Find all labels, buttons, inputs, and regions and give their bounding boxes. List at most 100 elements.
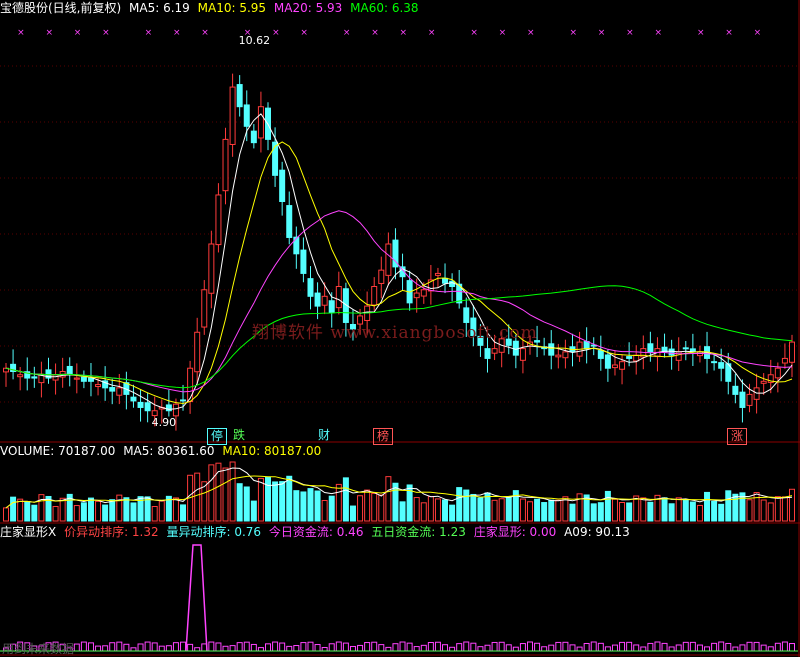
indicator-bar — [392, 643, 399, 652]
volume-bar — [109, 499, 116, 522]
indicator-bar — [696, 644, 703, 652]
candle-body — [583, 341, 590, 350]
volume-bar — [116, 494, 123, 522]
volume-bar — [272, 481, 279, 522]
volume-bar — [604, 490, 611, 522]
indicator-bar — [208, 641, 215, 652]
volume-bar — [349, 505, 356, 522]
candle-body — [286, 205, 293, 238]
indicator-bar — [222, 645, 229, 652]
candle-body — [760, 380, 767, 384]
indicator-bar — [576, 646, 583, 652]
indicator-bar — [555, 641, 562, 652]
indicator-bar — [484, 644, 491, 652]
signal-mark: × — [45, 28, 53, 38]
volume-bar — [151, 505, 158, 522]
indicator-bar — [562, 641, 569, 652]
indicator-bar — [527, 641, 533, 652]
candle-body — [17, 374, 24, 378]
indicator-bar — [753, 641, 760, 652]
volume-bar — [626, 502, 633, 522]
five-day-flow-label: 五日资金流: 1.23 — [371, 525, 466, 539]
volume-bar — [250, 500, 257, 522]
indicator-bar — [470, 642, 477, 652]
indicator-bar — [505, 644, 512, 652]
volume-bar — [470, 493, 477, 522]
indicator-bar — [491, 641, 498, 652]
volume-bar — [576, 493, 583, 522]
indicator-bar — [102, 645, 109, 652]
signal-mark: × — [300, 28, 308, 38]
volume-bar — [286, 475, 293, 522]
signal-mark: × — [697, 28, 705, 38]
volume-bar — [682, 499, 689, 522]
signal-mark: × — [173, 28, 181, 38]
volume-bar — [661, 497, 668, 522]
ma20-line — [5, 210, 793, 393]
volume-bar — [746, 499, 753, 522]
signal-mark: × — [17, 28, 25, 38]
volume-bar — [31, 504, 38, 522]
candle-body — [789, 341, 795, 363]
candle-body — [611, 364, 618, 369]
indicator-bar — [342, 642, 349, 652]
volume-bar — [321, 499, 328, 522]
dealer-label: 庄家显形: 0.00 — [473, 525, 557, 539]
volume-bar — [243, 486, 250, 522]
volume-bar — [335, 483, 342, 522]
signal-mark: × — [428, 28, 436, 38]
watermark: 翔博软件 www.xiangbosoft.com — [252, 323, 538, 343]
candle-body — [774, 367, 781, 379]
indicator-bar — [498, 641, 505, 652]
indicator-bar — [357, 644, 364, 652]
indicator-bar — [314, 644, 321, 652]
volume-bar — [180, 504, 187, 522]
volume-bar — [80, 502, 87, 522]
indicator-bar — [399, 641, 406, 652]
candle-body — [619, 361, 626, 370]
price-anomaly-label: 价异动排序: 1.32 — [64, 525, 159, 539]
candle-body — [109, 387, 116, 392]
volume-ma5-label: MA5: 80361.60 — [123, 444, 215, 458]
footer-note: 用到未来数据 — [2, 642, 75, 656]
volume-bar — [456, 487, 463, 522]
volume-bar — [789, 488, 795, 522]
signal-mark: × — [201, 28, 209, 38]
signal-mark: × — [598, 28, 606, 38]
indicator-bar — [165, 645, 172, 652]
indicator-bar — [420, 644, 427, 652]
volume-bar — [498, 498, 505, 522]
indicator-bar — [633, 644, 640, 652]
volume-bar — [647, 501, 654, 522]
volume-bar — [392, 482, 399, 522]
signal-mark: × — [754, 28, 762, 38]
candle-body — [633, 354, 640, 362]
candle-body — [378, 269, 385, 284]
volume-bar — [172, 497, 179, 522]
candle-body — [604, 354, 611, 369]
volume-bar — [668, 503, 675, 522]
candle-body — [137, 401, 144, 408]
candle-body — [215, 194, 222, 246]
indicator-bar — [718, 641, 725, 652]
signal-mark: × — [145, 28, 153, 38]
signal-mark: × — [244, 28, 252, 38]
indicator-bar — [789, 643, 795, 652]
volume-bar — [696, 504, 703, 522]
volume-bar — [774, 496, 781, 522]
candle-body — [732, 385, 739, 395]
candle-body — [626, 356, 633, 359]
candle-body — [80, 376, 87, 382]
volume-bar — [491, 499, 498, 522]
candle-body — [442, 277, 449, 284]
ma10-line — [5, 141, 793, 405]
candle-body — [144, 402, 151, 412]
indicator-bar — [335, 641, 342, 652]
marker-list: 榜 — [373, 428, 393, 445]
indicator-bar — [250, 643, 257, 652]
ma5-line — [5, 113, 793, 410]
volume-bar — [300, 491, 307, 522]
volume-bar — [753, 492, 760, 522]
candle-body — [449, 280, 456, 287]
candle-body — [31, 376, 38, 379]
